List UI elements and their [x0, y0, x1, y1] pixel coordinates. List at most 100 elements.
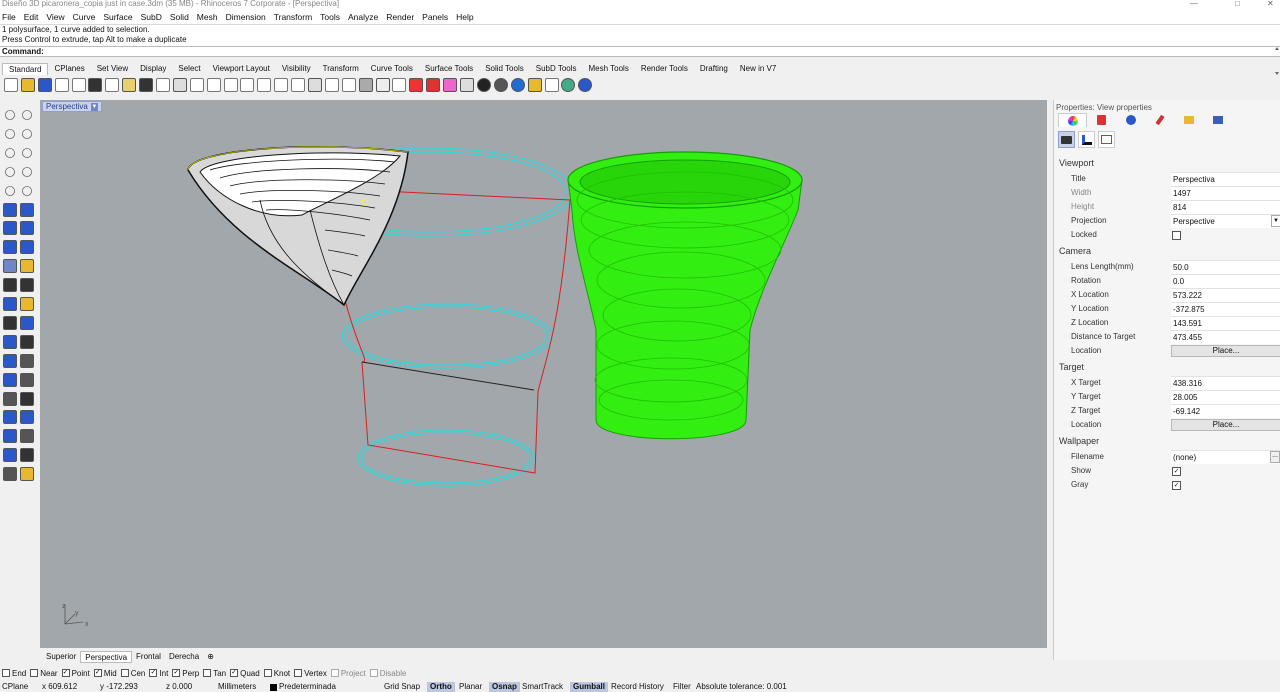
- minimize-icon[interactable]: —: [1190, 0, 1198, 8]
- block-icon[interactable]: [20, 410, 34, 425]
- tab-render[interactable]: [1116, 113, 1145, 127]
- osnap-near[interactable]: Near: [30, 669, 58, 678]
- toggle-ortho[interactable]: Ortho: [427, 682, 455, 692]
- mirror-icon[interactable]: [3, 334, 17, 349]
- offset-icon[interactable]: [20, 448, 34, 463]
- menu-file[interactable]: File: [2, 12, 16, 22]
- menu-mesh[interactable]: Mesh: [197, 12, 218, 22]
- copy-icon[interactable]: [105, 78, 120, 92]
- osnap-mid[interactable]: ✓ Mid: [93, 669, 117, 678]
- osnap-checkbox[interactable]: [330, 669, 339, 677]
- ellipse-icon[interactable]: [5, 166, 15, 177]
- scale-icon[interactable]: [20, 315, 34, 330]
- rotate-view-icon[interactable]: [172, 78, 187, 92]
- x-target-field[interactable]: 438.316: [1171, 376, 1280, 390]
- box-icon[interactable]: [3, 221, 17, 236]
- polyline-icon[interactable]: [5, 128, 15, 139]
- osnap-checkbox[interactable]: [369, 669, 378, 677]
- menu-edit[interactable]: Edit: [24, 12, 39, 22]
- help-icon[interactable]: [578, 78, 593, 92]
- trim-icon[interactable]: [3, 429, 17, 444]
- toggle-planar[interactable]: Planar: [459, 682, 482, 692]
- dimension-icon[interactable]: [20, 353, 34, 368]
- cut-icon[interactable]: [88, 78, 103, 92]
- z-target-field[interactable]: -69.142: [1171, 404, 1280, 418]
- viewport-title-tab[interactable]: Perspectiva ▼: [42, 101, 102, 112]
- points-on-icon[interactable]: [375, 78, 390, 92]
- osnap-checkbox[interactable]: [2, 669, 10, 677]
- check-icon[interactable]: [20, 372, 34, 387]
- text-icon[interactable]: [3, 353, 17, 368]
- gumball-subtab[interactable]: [1078, 131, 1095, 148]
- osnap-quad[interactable]: ✓ Quad: [230, 669, 260, 678]
- tab-display[interactable]: Display: [134, 63, 172, 75]
- array-icon[interactable]: [20, 334, 34, 349]
- gray-checkbox[interactable]: ✓: [1172, 481, 1181, 490]
- tab-select[interactable]: Select: [172, 63, 206, 75]
- tab-curve-tools[interactable]: Curve Tools: [365, 63, 419, 75]
- osnap-checkbox[interactable]: [120, 669, 129, 677]
- toggle-grid-snap[interactable]: Grid Snap: [384, 682, 420, 692]
- toggle-filter[interactable]: Filter: [673, 682, 691, 692]
- osnap-checkbox[interactable]: ✓: [230, 669, 239, 677]
- four-views-icon[interactable]: [291, 78, 306, 92]
- projection-select[interactable]: Perspective: [1171, 214, 1280, 228]
- materials-icon[interactable]: [460, 78, 475, 92]
- pan-icon[interactable]: [156, 78, 171, 92]
- osnap-checkbox[interactable]: [294, 669, 303, 677]
- join-icon[interactable]: [3, 448, 17, 463]
- cylinder-icon[interactable]: [3, 240, 17, 255]
- x-location-field[interactable]: 573.222: [1171, 288, 1280, 302]
- z-location-field[interactable]: 143.591: [1171, 316, 1280, 330]
- curve-rebuild-icon[interactable]: [527, 78, 542, 92]
- toggle-osnap[interactable]: Osnap: [489, 682, 520, 692]
- y-target-field[interactable]: 28.005: [1171, 390, 1280, 404]
- command-prompt[interactable]: Command:: [0, 46, 1280, 57]
- arc-icon[interactable]: [22, 147, 32, 158]
- status-units[interactable]: Millimeters: [218, 682, 256, 692]
- viewport-subtab[interactable]: [1098, 131, 1115, 148]
- tab-transform[interactable]: Transform: [317, 63, 365, 75]
- rectangle-icon[interactable]: [22, 166, 32, 177]
- status-layer[interactable]: Predeterminada: [279, 682, 336, 692]
- menu-surface[interactable]: Surface: [103, 12, 132, 22]
- y-location-field[interactable]: -372.875: [1171, 302, 1280, 316]
- mesh-icon[interactable]: [3, 259, 17, 274]
- rotation-field[interactable]: 0.0: [1171, 274, 1280, 288]
- show-checkbox[interactable]: ✓: [1172, 467, 1181, 476]
- tab-render-tools[interactable]: Render Tools: [635, 63, 694, 75]
- import-icon[interactable]: [71, 78, 86, 92]
- new-file-icon[interactable]: [4, 78, 18, 92]
- menu-tools[interactable]: Tools: [320, 12, 340, 22]
- menu-solid[interactable]: Solid: [170, 12, 189, 22]
- browse-button[interactable]: ...: [1270, 451, 1280, 463]
- osnap-checkbox[interactable]: [263, 669, 272, 677]
- osnap-disable[interactable]: Disable: [369, 669, 406, 678]
- tab-new-in-v7[interactable]: New in V7: [734, 63, 782, 75]
- grid-icon[interactable]: [308, 78, 323, 92]
- group-icon[interactable]: [3, 410, 17, 425]
- chevron-down-icon[interactable]: ▼: [90, 102, 98, 111]
- osnap-checkbox[interactable]: [30, 669, 39, 677]
- osnap-checkbox[interactable]: ✓: [172, 669, 181, 677]
- light-icon[interactable]: [20, 467, 34, 482]
- chamfer-icon[interactable]: [20, 278, 34, 293]
- open-file-icon[interactable]: [20, 78, 35, 92]
- tab-surface-tools[interactable]: Surface Tools: [419, 63, 479, 75]
- zoom-extents-icon[interactable]: [223, 78, 238, 92]
- fillet-icon[interactable]: [3, 278, 17, 293]
- viewport-tab-derecha[interactable]: Derecha: [165, 651, 203, 663]
- curve-icon[interactable]: [22, 128, 32, 139]
- tab-named-views[interactable]: [1203, 113, 1232, 127]
- sun-icon[interactable]: [561, 78, 576, 92]
- menu-render[interactable]: Render: [386, 12, 414, 22]
- explode-icon[interactable]: [20, 259, 34, 274]
- layers-icon[interactable]: [426, 78, 441, 92]
- zoom-icon[interactable]: [189, 78, 204, 92]
- viewport-tab-perspectiva[interactable]: Perspectiva: [80, 650, 133, 663]
- hide-icon[interactable]: [3, 391, 17, 406]
- menu-curve[interactable]: Curve: [73, 12, 96, 22]
- tab-viewport-layout[interactable]: Viewport Layout: [207, 63, 276, 75]
- zoom-dynamic-icon[interactable]: [257, 78, 272, 92]
- locked-checkbox[interactable]: [1172, 231, 1181, 240]
